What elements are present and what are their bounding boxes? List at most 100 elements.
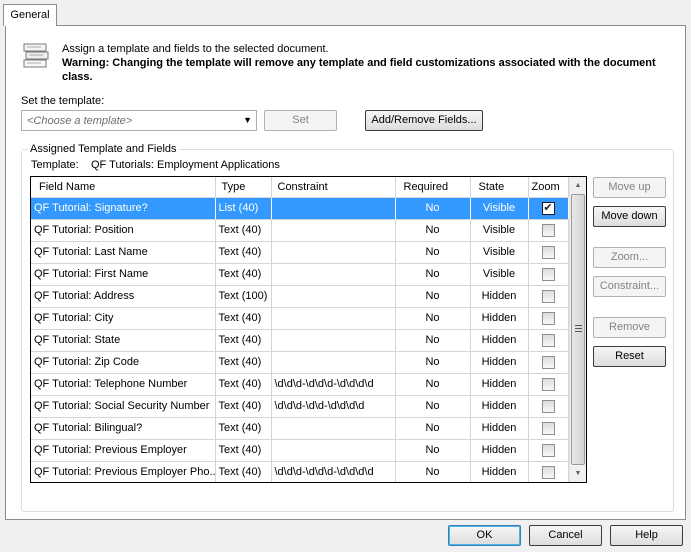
group-title: Assigned Template and Fields: [28, 143, 179, 155]
type-cell: Text (40): [215, 263, 272, 286]
reset-button[interactable]: Reset: [593, 346, 666, 367]
zoom-checkbox[interactable]: [541, 267, 555, 281]
move-down-button[interactable]: Move down: [593, 206, 666, 227]
field-name-cell: QF Tutorial: Social Security Number: [31, 395, 216, 418]
template-label: Template:: [31, 159, 79, 171]
constraint-cell: [271, 285, 396, 308]
chevron-down-icon: ▼: [243, 115, 252, 125]
cancel-button[interactable]: Cancel: [529, 525, 602, 546]
state-cell: Hidden: [470, 351, 529, 374]
move-up-button[interactable]: Move up: [593, 177, 666, 198]
table-row[interactable]: QF Tutorial: Previous Employer Text (40) N…: [31, 439, 569, 462]
zoom-checkbox[interactable]: [541, 399, 555, 413]
zoom-checkbox[interactable]: [541, 289, 555, 303]
zoom-checkbox[interactable]: [541, 443, 555, 457]
type-cell: Text (40): [215, 439, 272, 462]
field-name-cell: QF Tutorial: Previous Employer: [31, 439, 216, 462]
column-header-zoom[interactable]: Zoom: [528, 177, 569, 198]
set-button[interactable]: Set: [264, 110, 337, 131]
zoom-checkbox[interactable]: [541, 465, 555, 479]
table-row[interactable]: QF Tutorial: State Text (40) No Hidden: [31, 329, 569, 352]
required-cell: No: [395, 395, 471, 418]
constraint-cell: [271, 197, 396, 220]
type-cell: Text (100): [215, 285, 272, 308]
constraint-cell: [271, 351, 396, 374]
field-name-cell: QF Tutorial: Address: [31, 285, 216, 308]
table-row[interactable]: QF Tutorial: Zip Code Text (40) No Hidden: [31, 351, 569, 374]
zoom-cell: [528, 241, 569, 264]
zoom-checkbox[interactable]: ✔: [541, 201, 555, 215]
tab-strip: General: [0, 0, 691, 26]
template-dropdown[interactable]: <Choose a template> ▼: [21, 110, 257, 131]
type-cell: Text (40): [215, 241, 272, 264]
zoom-checkbox[interactable]: [541, 245, 555, 259]
table-row[interactable]: QF Tutorial: City Text (40) No Hidden: [31, 307, 569, 330]
tab-general[interactable]: General: [3, 4, 57, 26]
zoom-cell: [528, 285, 569, 308]
constraint-cell: \d\d\d-\d\d\d-\d\d\d\d: [271, 461, 396, 482]
column-header-field-name[interactable]: Field Name: [31, 177, 216, 198]
state-cell: Hidden: [470, 307, 529, 330]
type-cell: Text (40): [215, 329, 272, 352]
field-name-cell: QF Tutorial: First Name: [31, 263, 216, 286]
required-cell: No: [395, 263, 471, 286]
type-cell: Text (40): [215, 461, 272, 482]
scrollbar-thumb[interactable]: [571, 194, 585, 465]
zoom-checkbox[interactable]: [541, 421, 555, 435]
required-cell: No: [395, 351, 471, 374]
set-template-label: Set the template:: [21, 95, 105, 107]
constraint-cell: [271, 219, 396, 242]
required-cell: No: [395, 329, 471, 352]
help-button[interactable]: Help: [610, 525, 683, 546]
field-name-cell: QF Tutorial: Bilingual?: [31, 417, 216, 440]
add-remove-fields-button[interactable]: Add/Remove Fields...: [365, 110, 483, 131]
table-row[interactable]: QF Tutorial: Position Text (40) No Visible: [31, 219, 569, 242]
zoom-cell: [528, 307, 569, 330]
zoom-checkbox[interactable]: [541, 377, 555, 391]
template-value: QF Tutorials: Employment Applications: [91, 159, 280, 171]
column-header-constraint[interactable]: Constraint: [271, 177, 396, 198]
table-row[interactable]: QF Tutorial: Signature? List (40) No Visibl…: [31, 197, 569, 220]
type-cell: Text (40): [215, 373, 272, 396]
state-cell: Hidden: [470, 329, 529, 352]
column-header-required[interactable]: Required: [395, 177, 471, 198]
field-name-cell: QF Tutorial: Last Name: [31, 241, 216, 264]
warning-text: Warning: Changing the template will remo…: [62, 57, 656, 83]
table-row[interactable]: QF Tutorial: Bilingual? Text (40) No Hidden: [31, 417, 569, 440]
column-header-type[interactable]: Type: [215, 177, 272, 198]
zoom-checkbox[interactable]: [541, 333, 555, 347]
vertical-scrollbar[interactable]: ▲ ▼: [569, 177, 586, 482]
required-cell: No: [395, 285, 471, 308]
state-cell: Hidden: [470, 439, 529, 462]
zoom-cell: [528, 439, 569, 462]
checkmark-icon: ✔: [543, 201, 553, 214]
grid-body: QF Tutorial: Signature? List (40) No Visibl…: [31, 197, 569, 482]
zoom-checkbox[interactable]: [541, 355, 555, 369]
table-row[interactable]: QF Tutorial: Previous Employer Pho... Tex…: [31, 461, 569, 482]
ok-button[interactable]: OK: [448, 525, 521, 546]
zoom-checkbox[interactable]: [541, 311, 555, 325]
template-dropdown-placeholder: <Choose a template>: [27, 115, 133, 127]
table-row[interactable]: QF Tutorial: Telephone Number Text (40) \d…: [31, 373, 569, 396]
table-row[interactable]: QF Tutorial: Address Text (100) No Hidden: [31, 285, 569, 308]
remove-button[interactable]: Remove: [593, 317, 666, 338]
type-cell: Text (40): [215, 395, 272, 418]
zoom-cell: [528, 373, 569, 396]
scroll-down-arrow-icon[interactable]: ▼: [570, 465, 586, 482]
column-header-state[interactable]: State: [470, 177, 529, 198]
zoom-button[interactable]: Zoom...: [593, 247, 666, 268]
zoom-checkbox[interactable]: [541, 223, 555, 237]
constraint-button[interactable]: Constraint...: [593, 276, 666, 297]
table-row[interactable]: QF Tutorial: Last Name Text (40) No Visible: [31, 241, 569, 264]
table-row[interactable]: QF Tutorial: Social Security Number Text …: [31, 395, 569, 418]
table-row[interactable]: QF Tutorial: First Name Text (40) No Visibl…: [31, 263, 569, 286]
required-cell: No: [395, 307, 471, 330]
info-line: Assign a template and fields to the sele…: [62, 43, 329, 55]
scroll-up-arrow-icon[interactable]: ▲: [570, 177, 586, 194]
zoom-cell: [528, 395, 569, 418]
field-name-cell: QF Tutorial: Position: [31, 219, 216, 242]
required-cell: No: [395, 461, 471, 482]
required-cell: No: [395, 197, 471, 220]
state-cell: Visible: [470, 219, 529, 242]
required-cell: No: [395, 417, 471, 440]
